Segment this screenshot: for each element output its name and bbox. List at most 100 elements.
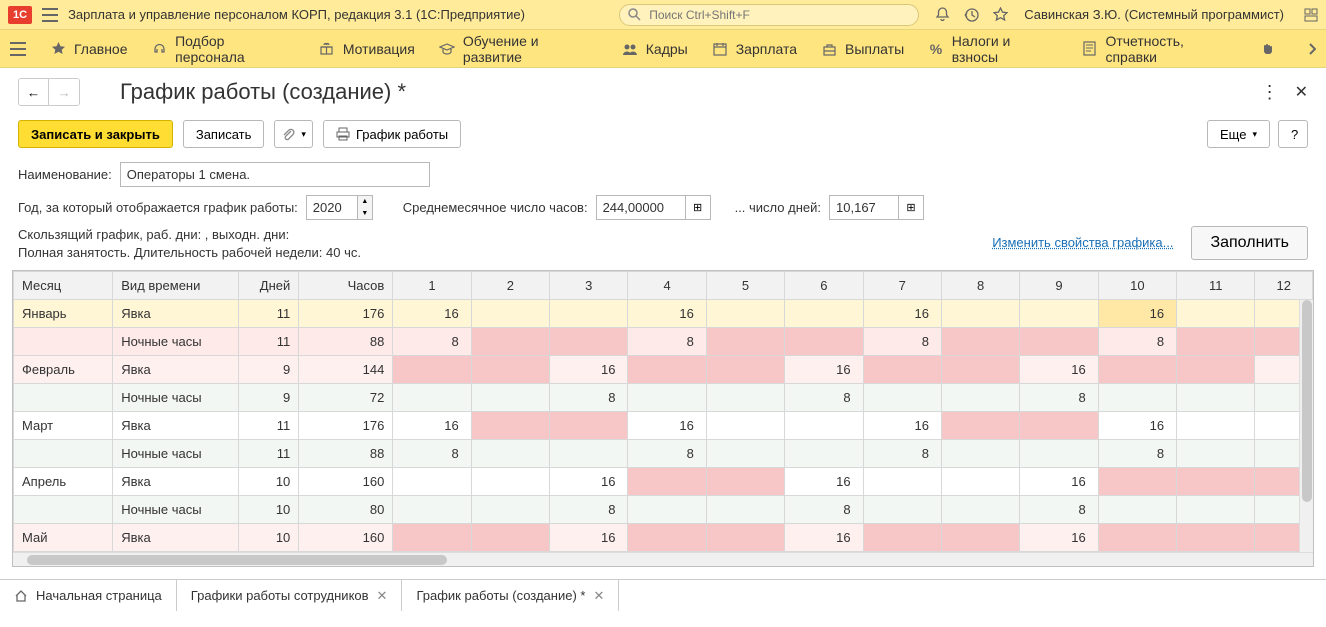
fist-icon[interactable] <box>1260 41 1276 57</box>
th-type[interactable]: Вид времени <box>113 272 238 300</box>
name-field[interactable]: Операторы 1 смена. <box>120 162 430 187</box>
td-day-9[interactable] <box>1020 328 1098 356</box>
td-day-9[interactable]: 16 <box>1020 356 1098 384</box>
td-day-9[interactable] <box>1020 440 1098 468</box>
td-day-10[interactable] <box>1098 356 1176 384</box>
bell-icon[interactable] <box>935 7 950 22</box>
td-day-11[interactable] <box>1177 468 1255 496</box>
td-day-8[interactable] <box>941 468 1019 496</box>
td-day-5[interactable] <box>706 412 784 440</box>
td-day-7[interactable] <box>863 524 941 552</box>
td-day-6[interactable] <box>785 300 863 328</box>
th-d5[interactable]: 5 <box>706 272 784 300</box>
td-type[interactable]: Явка <box>113 468 238 496</box>
td-day-9[interactable]: 16 <box>1020 524 1098 552</box>
td-day-5[interactable] <box>706 496 784 524</box>
table-row[interactable]: ФевральЯвка9144161616 <box>14 356 1313 384</box>
td-day-5[interactable] <box>706 384 784 412</box>
tab-schedules-list[interactable]: Графики работы сотрудников ✕ <box>177 580 403 611</box>
table-row[interactable]: Ночные часы972888 <box>14 384 1313 412</box>
td-day-1[interactable] <box>393 524 471 552</box>
td-hours[interactable]: 176 <box>299 412 393 440</box>
td-day-5[interactable] <box>706 328 784 356</box>
td-day-2[interactable] <box>471 356 549 384</box>
td-month[interactable] <box>14 384 113 412</box>
page-menu-icon[interactable]: ⋮ <box>1261 82 1279 103</box>
more-button[interactable]: Еще ▾ <box>1207 120 1270 148</box>
td-days[interactable]: 10 <box>238 496 299 524</box>
td-hours[interactable]: 176 <box>299 300 393 328</box>
td-day-4[interactable]: 16 <box>628 300 706 328</box>
search-field[interactable] <box>619 4 919 26</box>
tab-close-icon[interactable]: ✕ <box>593 588 604 604</box>
td-day-2[interactable] <box>471 468 549 496</box>
year-down-button[interactable]: ▼ <box>358 208 372 220</box>
td-day-10[interactable]: 16 <box>1098 412 1176 440</box>
td-day-2[interactable] <box>471 524 549 552</box>
td-month[interactable] <box>14 440 113 468</box>
td-day-2[interactable] <box>471 384 549 412</box>
avg-days-field[interactable]: 10,167 <box>829 195 899 220</box>
th-d2[interactable]: 2 <box>471 272 549 300</box>
menu-overflow-icon[interactable] <box>1308 42 1316 56</box>
td-day-2[interactable] <box>471 440 549 468</box>
td-day-5[interactable] <box>706 300 784 328</box>
td-hours[interactable]: 160 <box>299 468 393 496</box>
td-day-1[interactable]: 8 <box>393 328 471 356</box>
td-day-7[interactable]: 16 <box>863 412 941 440</box>
th-d12[interactable]: 12 <box>1255 272 1313 300</box>
td-day-8[interactable] <box>941 440 1019 468</box>
page-close-icon[interactable]: ✕ <box>1295 82 1308 102</box>
td-day-3[interactable]: 16 <box>550 524 628 552</box>
td-day-3[interactable]: 16 <box>550 468 628 496</box>
td-day-7[interactable] <box>863 496 941 524</box>
td-type[interactable]: Явка <box>113 300 238 328</box>
td-type[interactable]: Явка <box>113 412 238 440</box>
th-d4[interactable]: 4 <box>628 272 706 300</box>
td-day-8[interactable] <box>941 412 1019 440</box>
td-day-7[interactable]: 8 <box>863 440 941 468</box>
td-days[interactable]: 11 <box>238 300 299 328</box>
td-day-9[interactable] <box>1020 412 1098 440</box>
avg-hours-calc-button[interactable]: ⊞ <box>686 195 711 220</box>
attach-button[interactable]: ▾ <box>274 120 313 148</box>
menu-payments[interactable]: Выплаты <box>821 41 904 57</box>
td-day-7[interactable] <box>863 468 941 496</box>
td-day-11[interactable] <box>1177 440 1255 468</box>
vertical-scrollbar[interactable] <box>1299 300 1313 552</box>
th-d7[interactable]: 7 <box>863 272 941 300</box>
td-day-4[interactable] <box>628 384 706 412</box>
td-month[interactable] <box>14 496 113 524</box>
td-day-4[interactable] <box>628 524 706 552</box>
td-day-10[interactable] <box>1098 384 1176 412</box>
th-d9[interactable]: 9 <box>1020 272 1098 300</box>
td-day-2[interactable] <box>471 328 549 356</box>
schedule-table[interactable]: Месяц Вид времени Дней Часов 1 2 3 4 5 6… <box>13 271 1313 552</box>
td-day-5[interactable] <box>706 440 784 468</box>
search-input[interactable] <box>647 7 910 23</box>
th-d1[interactable]: 1 <box>393 272 471 300</box>
horizontal-scrollbar[interactable] <box>13 552 1313 566</box>
year-field[interactable]: 2020 <box>306 195 358 220</box>
td-month[interactable]: Февраль <box>14 356 113 384</box>
table-row[interactable]: Ночные часы1080888 <box>14 496 1313 524</box>
td-hours[interactable]: 160 <box>299 524 393 552</box>
td-day-6[interactable] <box>785 440 863 468</box>
td-day-6[interactable]: 16 <box>785 468 863 496</box>
td-day-9[interactable] <box>1020 300 1098 328</box>
save-close-button[interactable]: Записать и закрыть <box>18 120 173 148</box>
td-month[interactable]: Март <box>14 412 113 440</box>
table-row[interactable]: Ночные часы11888888 <box>14 440 1313 468</box>
td-day-9[interactable]: 16 <box>1020 468 1098 496</box>
td-day-1[interactable]: 16 <box>393 300 471 328</box>
td-days[interactable]: 11 <box>238 440 299 468</box>
td-day-2[interactable] <box>471 412 549 440</box>
td-day-8[interactable] <box>941 328 1019 356</box>
nav-back-button[interactable]: ← <box>19 79 49 105</box>
menu-hr[interactable]: Кадры <box>622 41 688 57</box>
td-day-7[interactable] <box>863 384 941 412</box>
td-type[interactable]: Ночные часы <box>113 328 238 356</box>
td-day-9[interactable]: 8 <box>1020 496 1098 524</box>
menu-taxes[interactable]: % Налоги и взносы <box>928 33 1058 65</box>
td-day-3[interactable]: 8 <box>550 496 628 524</box>
